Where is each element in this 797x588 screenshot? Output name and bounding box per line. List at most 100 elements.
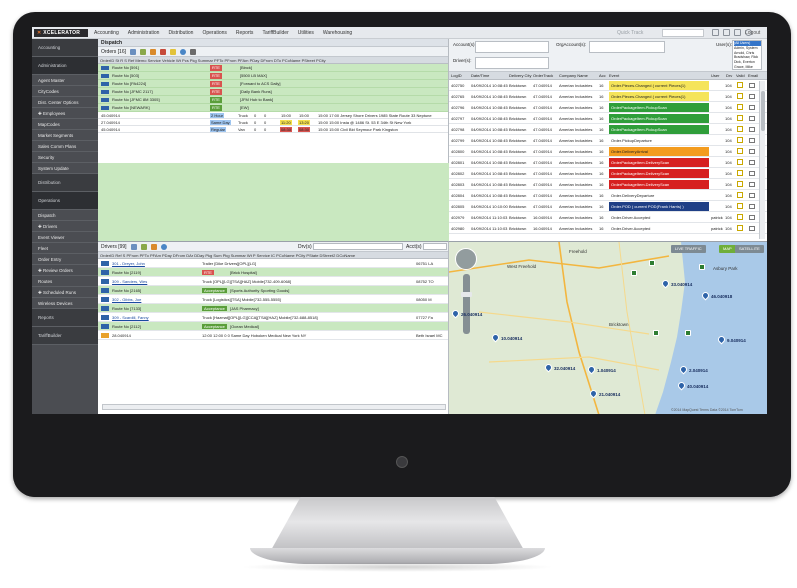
map-pan-control[interactable]: [455, 248, 477, 270]
col-company[interactable]: Company Name: [559, 72, 588, 79]
log-row[interactable]: 402802 04/09/2014 10:08:45 Bricktown 47.040…: [449, 168, 767, 179]
email-icon[interactable]: [749, 149, 755, 154]
sidebar-item-employees[interactable]: ✚ Employees: [32, 108, 98, 119]
menu-item-operations[interactable]: Operations: [202, 30, 226, 36]
sidebar-item-security[interactable]: Security: [32, 152, 98, 163]
sidebar-item-accounting[interactable]: Accounting: [32, 39, 98, 57]
route-row[interactable]: Route No [2165] Acceptance [Sports Authori…: [98, 286, 448, 295]
order-row[interactable]: 45.040914 2 Hour Truck 0 0 15:00 15:00 15:00 17…: [98, 112, 448, 119]
email-icon[interactable]: [749, 182, 755, 187]
route-row[interactable]: Route No [2112] Acceptance [Ocean Medical]: [98, 322, 448, 331]
mail-icon[interactable]: [734, 29, 741, 36]
globe-icon[interactable]: [180, 48, 187, 55]
col-drv[interactable]: Drv: [726, 72, 732, 79]
menu-item-reports[interactable]: Reports: [236, 30, 254, 36]
col-event[interactable]: Event: [609, 72, 619, 79]
sidebar-item-drivers[interactable]: ✚ Drivers: [32, 221, 98, 232]
log-row[interactable]: 402796 04/09/2014 10:08:45 Bricktown 47.040…: [449, 102, 767, 113]
sidebar-item-scheduled-runs[interactable]: ✚ Scheduled Runs: [32, 287, 98, 298]
valid-checkbox[interactable]: [737, 181, 743, 187]
valid-checkbox[interactable]: [737, 126, 743, 132]
route-row[interactable]: Route No [2119] RTE [Brick Hospital]: [98, 268, 448, 277]
route-row[interactable]: Route No [JFMC 8M 3305] RTE [JFM Hub to Ba…: [98, 96, 448, 104]
valid-checkbox[interactable]: [737, 170, 743, 176]
log-row[interactable]: 402750 04/09/2014 10:08:45 Bricktown 47.040…: [449, 80, 767, 91]
email-icon[interactable]: [749, 193, 755, 198]
drivers-search-input[interactable]: [313, 243, 403, 250]
log-row[interactable]: 402980 04/09/2014 11:10:03 Bricktown 16.040…: [449, 223, 767, 234]
order-row[interactable]: 27.040914 Same Day Truck 0 0 11:20 13:20 15:00 …: [98, 119, 448, 126]
sidebar-item-mapcodes[interactable]: MapCodes: [32, 119, 98, 130]
log-row[interactable]: 402803 04/09/2014 10:08:45 Bricktown 47.040…: [449, 179, 767, 190]
route-row[interactable]: Route No [PA4224] RTE [Forward to ACS Dail…: [98, 80, 448, 88]
sidebar-item-routes[interactable]: Routes: [32, 276, 98, 287]
valid-checkbox[interactable]: [737, 148, 743, 154]
col-acc[interactable]: Acc: [599, 72, 606, 79]
log-row[interactable]: 402800 04/09/2014 10:08:45 Bricktown 47.040…: [449, 146, 767, 157]
log-row[interactable]: 402979 04/09/2014 11:10:03 Bricktown 16.040…: [449, 212, 767, 223]
driver-row[interactable]: 301 - Dreyer, John Trailer [Dike Drivers]…: [98, 259, 448, 268]
sidebar-item-distribution[interactable]: Distribution: [32, 174, 98, 192]
log-row[interactable]: 402799 04/09/2014 10:08:45 Bricktown 47.040…: [449, 135, 767, 146]
col-valid[interactable]: Valid: [736, 72, 745, 79]
filter-icon[interactable]: [140, 48, 147, 55]
col-logid[interactable]: LogID: [451, 72, 462, 79]
sidebar-item-review-orders[interactable]: ✚ Review Orders: [32, 265, 98, 276]
valid-checkbox[interactable]: [737, 159, 743, 165]
log-row[interactable]: 402765 04/09/2014 10:08:45 Bricktown 47.040…: [449, 91, 767, 102]
map-zoom-slider[interactable]: [463, 274, 470, 334]
email-icon[interactable]: [749, 127, 755, 132]
log-row[interactable]: 402798 04/09/2014 10:08:45 Bricktown 47.040…: [449, 124, 767, 135]
route-row[interactable]: Route No [JFMC 2117] RTE [Daily Bank Runs]: [98, 88, 448, 96]
route-row[interactable]: Route No [503] RTE [5500 LB MAX]: [98, 72, 448, 80]
sidebar-item-market-segments[interactable]: Market Segments: [32, 130, 98, 141]
sidebar-item-order-entry[interactable]: Order Entry: [32, 254, 98, 265]
sidebar-item-tariffbuilder[interactable]: TariffBuilder: [32, 327, 98, 345]
drivers-assign-icon[interactable]: [150, 243, 157, 250]
valid-checkbox[interactable]: [737, 93, 743, 99]
orgaccount-filter-input[interactable]: [589, 41, 665, 53]
map-zoom-handle[interactable]: [461, 292, 472, 297]
valid-checkbox[interactable]: [737, 137, 743, 143]
email-icon[interactable]: [749, 171, 755, 176]
log-row[interactable]: 402804 04/09/2014 10:08:45 Bricktown 47.040…: [449, 190, 767, 201]
log-vertical-scrollbar[interactable]: [759, 81, 765, 239]
sidebar-item-administration[interactable]: Administration: [32, 57, 98, 75]
valid-checkbox[interactable]: [737, 214, 743, 220]
order-row[interactable]: 28.040914 12:00 12:00 0 0 Same Day Hoboke…: [98, 331, 448, 340]
menu-item-accounting[interactable]: Accounting: [94, 30, 119, 36]
account-filter-input[interactable]: [475, 41, 549, 53]
accounts-search-input[interactable]: [423, 243, 447, 250]
driver-row[interactable]: 309 - Sanders, Wes Truck [OPL][LG][TSA][H…: [98, 277, 448, 286]
log-row[interactable]: 402801 04/09/2014 10:08:45 Bricktown 47.040…: [449, 157, 767, 168]
email-icon[interactable]: [749, 226, 755, 231]
log-scroll-thumb[interactable]: [761, 91, 765, 131]
drivers-filter-icon[interactable]: [140, 243, 147, 250]
menu-item-administration[interactable]: Administration: [128, 30, 160, 36]
valid-checkbox[interactable]: [737, 192, 743, 198]
sidebar-item-sales-comm-plans[interactable]: Sales Comm Plans: [32, 141, 98, 152]
user-list-option[interactable]: Admin, System: [734, 46, 761, 51]
order-row[interactable]: 45.040914 Regular Van 0 0 08:30 08:30 15:00 15:…: [98, 126, 448, 133]
menu-item-warehousing[interactable]: Warehousing: [323, 30, 352, 36]
email-icon[interactable]: [749, 138, 755, 143]
email-icon[interactable]: [749, 215, 755, 220]
map-satellite-button[interactable]: SATELLITE: [735, 245, 764, 253]
sidebar-item-reports[interactable]: Reports: [32, 309, 98, 327]
email-icon[interactable]: [749, 83, 755, 88]
route-row[interactable]: Route No [7133] Acceptance [JAS Pharmacy]: [98, 304, 448, 313]
menu-item-distribution[interactable]: Distribution: [168, 30, 193, 36]
sidebar-item-system-update[interactable]: System Update: [32, 163, 98, 174]
col-ordertrack[interactable]: OrderTrack: [533, 72, 553, 79]
menu-item-tariffbuilder[interactable]: TariffBuilder: [262, 30, 288, 36]
play-icon[interactable]: [712, 29, 719, 36]
assign-icon[interactable]: [150, 48, 157, 55]
valid-checkbox[interactable]: [737, 225, 743, 231]
map-live-traffic-button[interactable]: LIVE TRAFFIC: [671, 245, 706, 253]
valid-checkbox[interactable]: [737, 203, 743, 209]
drivers-horizontal-scrollbar[interactable]: [102, 404, 446, 410]
col-email[interactable]: Email: [748, 72, 758, 79]
window-icon[interactable]: [723, 29, 730, 36]
driver-row[interactable]: 302 - Gibbs, Joe Truck [Logistics][TSA] M…: [98, 295, 448, 304]
email-icon[interactable]: [749, 105, 755, 110]
